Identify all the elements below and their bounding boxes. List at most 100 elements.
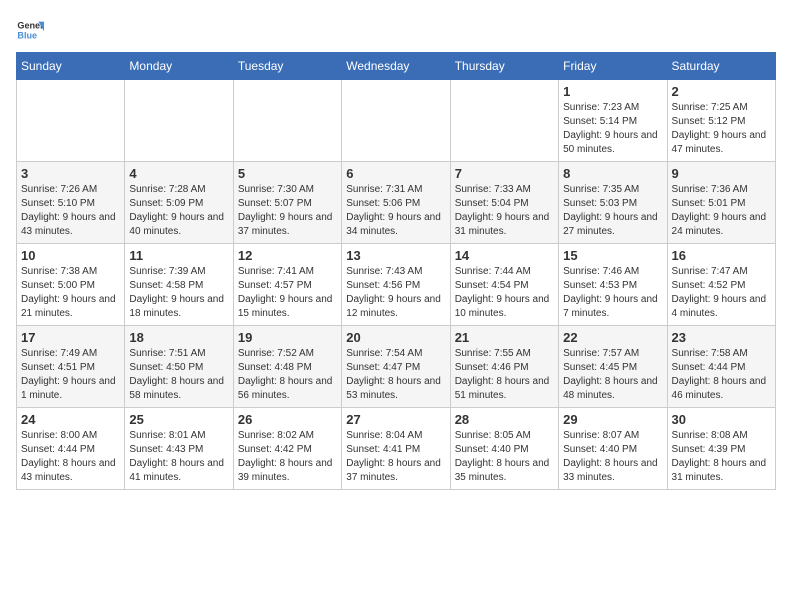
- calendar-cell: 2 Sunrise: 7:25 AM Sunset: 5:12 PM Daylig…: [667, 80, 775, 162]
- day-number: 1: [563, 84, 662, 99]
- calendar-cell: 25 Sunrise: 8:01 AM Sunset: 4:43 PM Dayli…: [125, 408, 233, 490]
- day-header-monday: Monday: [125, 53, 233, 80]
- header: General Blue: [16, 16, 776, 44]
- calendar-cell: 23Sunrise: 7:58 AM Sunset: 4:44 PM Dayli…: [667, 326, 775, 408]
- day-number: 18: [129, 330, 228, 345]
- calendar-cell: 16 Sunrise: 7:47 AM Sunset: 4:52 PM Dayli…: [667, 244, 775, 326]
- day-number: 22: [563, 330, 662, 345]
- day-number: 24: [21, 412, 120, 427]
- day-info: Sunrise: 7:23 AM Sunset: 5:14 PM Dayligh…: [563, 101, 662, 157]
- day-number: 21: [455, 330, 554, 345]
- logo-icon: General Blue: [16, 16, 44, 44]
- day-info: Sunrise: 7:46 AM Sunset: 4:53 PM Dayligh…: [563, 265, 662, 321]
- day-number: 12: [238, 248, 337, 263]
- calendar-cell: 3 Sunrise: 7:26 AM Sunset: 5:10 PM Daylig…: [17, 162, 125, 244]
- calendar-cell: 15 Sunrise: 7:46 AM Sunset: 4:53 PM Dayli…: [559, 244, 667, 326]
- day-number: 15: [563, 248, 662, 263]
- calendar-cell: 19 Sunrise: 7:52 AM Sunset: 4:48 PM Dayli…: [233, 326, 341, 408]
- day-info: Sunrise: 7:51 AM Sunset: 4:50 PM Dayligh…: [129, 347, 228, 403]
- day-number: 30: [672, 412, 771, 427]
- day-number: 6: [346, 166, 445, 181]
- calendar-cell: 9 Sunrise: 7:36 AM Sunset: 5:01 PM Daylig…: [667, 162, 775, 244]
- day-header-thursday: Thursday: [450, 53, 558, 80]
- calendar-cell: 5 Sunrise: 7:30 AM Sunset: 5:07 PM Daylig…: [233, 162, 341, 244]
- day-info: Sunrise: 8:00 AM Sunset: 4:44 PM Dayligh…: [21, 429, 120, 485]
- day-number: 26: [238, 412, 337, 427]
- calendar-cell: 6 Sunrise: 7:31 AM Sunset: 5:06 PM Daylig…: [342, 162, 450, 244]
- svg-text:Blue: Blue: [17, 30, 37, 40]
- logo: General Blue: [16, 16, 48, 44]
- day-number: 29: [563, 412, 662, 427]
- calendar-cell: 10 Sunrise: 7:38 AM Sunset: 5:00 PM Dayli…: [17, 244, 125, 326]
- calendar-cell: 30 Sunrise: 8:08 AM Sunset: 4:39 PM Dayli…: [667, 408, 775, 490]
- day-number: 7: [455, 166, 554, 181]
- day-header-wednesday: Wednesday: [342, 53, 450, 80]
- calendar-cell: 27 Sunrise: 8:04 AM Sunset: 4:41 PM Dayli…: [342, 408, 450, 490]
- day-header-saturday: Saturday: [667, 53, 775, 80]
- day-number: 4: [129, 166, 228, 181]
- day-info: Sunrise: 8:02 AM Sunset: 4:42 PM Dayligh…: [238, 429, 337, 485]
- day-number: 25: [129, 412, 228, 427]
- calendar-cell: 18 Sunrise: 7:51 AM Sunset: 4:50 PM Dayli…: [125, 326, 233, 408]
- calendar-cell: [342, 80, 450, 162]
- day-number: 16: [672, 248, 771, 263]
- day-info: Sunrise: 8:04 AM Sunset: 4:41 PM Dayligh…: [346, 429, 445, 485]
- calendar-cell: 22Sunrise: 7:57 AM Sunset: 4:45 PM Dayli…: [559, 326, 667, 408]
- day-info: Sunrise: 7:36 AM Sunset: 5:01 PM Dayligh…: [672, 183, 771, 239]
- calendar-cell: 14 Sunrise: 7:44 AM Sunset: 4:54 PM Dayli…: [450, 244, 558, 326]
- calendar-cell: [233, 80, 341, 162]
- day-number: 20: [346, 330, 445, 345]
- day-number: 14: [455, 248, 554, 263]
- day-info: Sunrise: 7:39 AM Sunset: 4:58 PM Dayligh…: [129, 265, 228, 321]
- day-info: Sunrise: 7:26 AM Sunset: 5:10 PM Dayligh…: [21, 183, 120, 239]
- day-info: Sunrise: 7:49 AM Sunset: 4:51 PM Dayligh…: [21, 347, 120, 403]
- calendar-cell: 17 Sunrise: 7:49 AM Sunset: 4:51 PM Dayli…: [17, 326, 125, 408]
- day-info: Sunrise: 7:44 AM Sunset: 4:54 PM Dayligh…: [455, 265, 554, 321]
- day-info: Sunrise: 8:07 AM Sunset: 4:40 PM Dayligh…: [563, 429, 662, 485]
- day-number: 9: [672, 166, 771, 181]
- day-number: 11: [129, 248, 228, 263]
- day-info: Sunrise: 7:52 AM Sunset: 4:48 PM Dayligh…: [238, 347, 337, 403]
- day-number: 5: [238, 166, 337, 181]
- day-info: Sunrise: 7:30 AM Sunset: 5:07 PM Dayligh…: [238, 183, 337, 239]
- calendar-cell: 13Sunrise: 7:43 AM Sunset: 4:56 PM Dayli…: [342, 244, 450, 326]
- calendar-cell: 4 Sunrise: 7:28 AM Sunset: 5:09 PM Daylig…: [125, 162, 233, 244]
- day-number: 28: [455, 412, 554, 427]
- day-info: Sunrise: 7:38 AM Sunset: 5:00 PM Dayligh…: [21, 265, 120, 321]
- day-number: 27: [346, 412, 445, 427]
- day-info: Sunrise: 7:31 AM Sunset: 5:06 PM Dayligh…: [346, 183, 445, 239]
- day-info: Sunrise: 7:54 AM Sunset: 4:47 PM Dayligh…: [346, 347, 445, 403]
- day-header-friday: Friday: [559, 53, 667, 80]
- day-number: 19: [238, 330, 337, 345]
- calendar-cell: 11 Sunrise: 7:39 AM Sunset: 4:58 PM Dayli…: [125, 244, 233, 326]
- day-info: Sunrise: 8:08 AM Sunset: 4:39 PM Dayligh…: [672, 429, 771, 485]
- calendar-table: SundayMondayTuesdayWednesdayThursdayFrid…: [16, 52, 776, 490]
- calendar-cell: 28 Sunrise: 8:05 AM Sunset: 4:40 PM Dayli…: [450, 408, 558, 490]
- day-number: 2: [672, 84, 771, 99]
- calendar-cell: 7 Sunrise: 7:33 AM Sunset: 5:04 PM Daylig…: [450, 162, 558, 244]
- calendar-cell: 8Sunrise: 7:35 AM Sunset: 5:03 PM Daylig…: [559, 162, 667, 244]
- day-info: Sunrise: 7:55 AM Sunset: 4:46 PM Dayligh…: [455, 347, 554, 403]
- calendar-cell: [125, 80, 233, 162]
- day-number: 10: [21, 248, 120, 263]
- calendar-cell: [17, 80, 125, 162]
- day-info: Sunrise: 7:28 AM Sunset: 5:09 PM Dayligh…: [129, 183, 228, 239]
- calendar-cell: 26 Sunrise: 8:02 AM Sunset: 4:42 PM Dayli…: [233, 408, 341, 490]
- day-info: Sunrise: 7:58 AM Sunset: 4:44 PM Dayligh…: [672, 347, 771, 403]
- calendar-cell: 29 Sunrise: 8:07 AM Sunset: 4:40 PM Dayli…: [559, 408, 667, 490]
- calendar-cell: 21 Sunrise: 7:55 AM Sunset: 4:46 PM Dayli…: [450, 326, 558, 408]
- day-info: Sunrise: 7:35 AM Sunset: 5:03 PM Dayligh…: [563, 183, 662, 239]
- day-info: Sunrise: 8:01 AM Sunset: 4:43 PM Dayligh…: [129, 429, 228, 485]
- day-info: Sunrise: 8:05 AM Sunset: 4:40 PM Dayligh…: [455, 429, 554, 485]
- day-number: 17: [21, 330, 120, 345]
- calendar-cell: 20 Sunrise: 7:54 AM Sunset: 4:47 PM Dayli…: [342, 326, 450, 408]
- calendar-cell: 24 Sunrise: 8:00 AM Sunset: 4:44 PM Dayli…: [17, 408, 125, 490]
- day-header-sunday: Sunday: [17, 53, 125, 80]
- day-info: Sunrise: 7:47 AM Sunset: 4:52 PM Dayligh…: [672, 265, 771, 321]
- day-number: 3: [21, 166, 120, 181]
- day-info: Sunrise: 7:33 AM Sunset: 5:04 PM Dayligh…: [455, 183, 554, 239]
- day-info: Sunrise: 7:25 AM Sunset: 5:12 PM Dayligh…: [672, 101, 771, 157]
- calendar-cell: [450, 80, 558, 162]
- day-number: 13: [346, 248, 445, 263]
- calendar-cell: 12Sunrise: 7:41 AM Sunset: 4:57 PM Dayli…: [233, 244, 341, 326]
